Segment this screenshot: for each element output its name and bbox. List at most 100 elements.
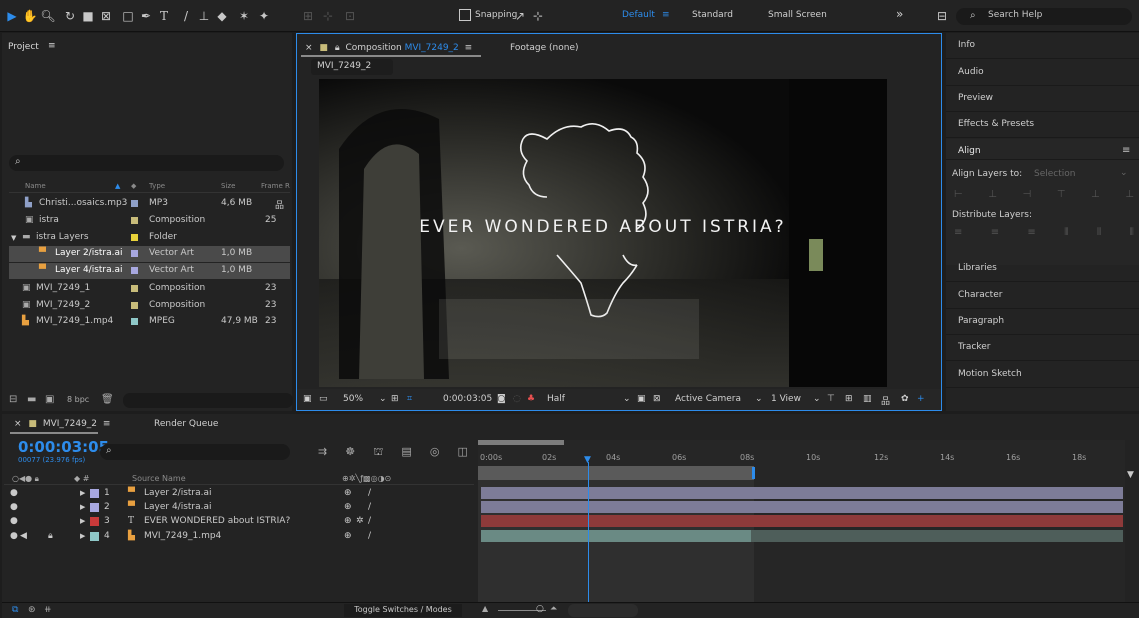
clone-stamp-tool-icon[interactable]: ⊥ [196,8,212,24]
fit-icon[interactable]: ⊞ [391,394,399,404]
label-color[interactable] [90,517,99,526]
label-color[interactable] [131,267,138,274]
info-panel[interactable]: Info [946,33,1139,59]
monitor-icon[interactable]: ▭ [319,394,328,404]
more-workspaces-button[interactable]: » [896,7,903,21]
timeline-scrollbar[interactable] [568,604,638,617]
zoom-dropdown[interactable]: 50% [343,394,363,404]
project-item[interactable]: ▀ Layer 4/istra.ai Vector Art 1,0 MB [9,263,290,279]
footage-tab[interactable]: Footage (none) [510,43,579,53]
snap-feature-icon[interactable]: ⊹ [530,8,546,24]
libraries-panel[interactable]: Libraries [946,256,1139,282]
composition-mini-flowchart-icon[interactable]: ⇉ [318,445,327,459]
tracker-panel[interactable]: Tracker [946,335,1139,361]
layer-row[interactable]: ● ▶ 3 T EVER WONDERED about ISTRIA? ⊕ ✲ … [4,515,468,528]
align-left-icon[interactable]: ⊢ [954,189,963,201]
motion-sketch-panel[interactable]: Motion Sketch [946,362,1139,388]
transfer-controls-icon[interactable]: ⊛ [28,605,36,615]
composition-viewer[interactable]: EVER WONDERED ABOUT ISTRIA? [319,79,887,387]
video-visibility-icon[interactable]: ● [10,516,18,526]
workspace-default[interactable]: Default [622,10,655,20]
project-scrollbar[interactable] [123,393,293,408]
in-out-icon[interactable]: ⧺ [44,605,52,615]
layer-duration-bar[interactable] [481,487,1123,499]
layer-duration-bar-extended[interactable] [751,530,1123,542]
label-color[interactable] [131,217,138,224]
project-item[interactable]: ▣ MVI_7249_1 Composition 23 [9,281,290,297]
zoom-slider-thumb[interactable]: ○ [536,604,544,614]
align-top-icon[interactable]: ⊤ [1057,189,1066,201]
color-channel-icon[interactable]: ♣ [527,394,535,404]
current-time-display[interactable]: 0:00:03:05 [443,394,492,404]
toggle-switches-modes-button[interactable]: Toggle Switches / Modes [344,604,462,617]
composition-name-link[interactable]: MVI_7249_2 [405,43,459,53]
hand-tool-icon[interactable]: ✋ [22,8,38,24]
pan-behind-tool-icon[interactable]: ⊠ [98,8,114,24]
eraser-tool-icon[interactable]: ◆ [214,8,230,24]
view-layout-dropdown[interactable]: 1 View [771,394,801,404]
add-icon[interactable]: + [917,394,925,404]
project-panel-title[interactable]: Project [8,42,39,52]
video-visibility-icon[interactable]: ● [10,502,18,512]
rotate-tool-icon[interactable]: ↻ [62,8,78,24]
project-item[interactable]: ▼ ▬ istra Layers Folder [9,230,290,246]
close-icon[interactable]: × [305,43,313,53]
collapse-switch-icon[interactable]: ⊕ [344,502,352,512]
align-hcenter-icon[interactable]: ⊥ [988,189,997,201]
timeline-icon[interactable]: ▥ [863,394,872,404]
search-help-input[interactable]: ⌕ Search Help [956,8,1132,25]
frame-blending-icon[interactable]: ▤ [401,445,411,459]
workspace-menu-icon[interactable]: ≡ [662,10,670,20]
col-frame-rate[interactable]: Frame R [261,182,290,190]
workspace-small-screen[interactable]: Small Screen [768,10,827,20]
composition-tab[interactable]: × ■ 🔒︎ Composition MVI_7249_2 ≡ [305,43,472,53]
type-tool-icon[interactable]: T [156,8,172,24]
draft-3d-icon[interactable]: ☸ [345,445,355,459]
zoom-end-icon[interactable]: ▼ [1127,470,1137,480]
toggle-pixel-aspect-icon[interactable]: ⊤ [827,394,835,404]
layer-row[interactable]: ● ▶ 2 ▀ Layer 4/istra.ai ⊕ / [4,501,468,514]
col-size[interactable]: Size [221,182,235,190]
work-area-bar[interactable] [478,466,754,480]
shy-layers-icon[interactable]: ⛫ [373,445,383,459]
project-search-input[interactable]: ⌕ [9,155,284,171]
project-item[interactable]: ▙ MVI_7249_1.mp4 MPEG 47,9 MB 23 [9,314,290,330]
chevron-down-icon[interactable]: ⌄ [379,394,387,404]
expand-triangle-icon[interactable]: ▼ [11,234,16,242]
interpret-footage-icon[interactable]: ⊟ [9,394,17,405]
expand-triangle-icon[interactable]: ▶ [80,517,85,525]
timeline-search-input[interactable]: ⌕ [100,444,290,460]
quality-switch-icon[interactable]: / [368,488,371,498]
transparency-grid-icon[interactable]: ⊠ [653,394,661,404]
new-composition-icon[interactable]: ▣ [45,394,54,405]
preview-panel[interactable]: Preview [946,86,1139,112]
work-area-navigator[interactable] [478,440,564,445]
motion-blur-icon[interactable]: ◎ [430,445,440,459]
collapse-switch-icon[interactable]: ⊕ [344,488,352,498]
continuous-rasterize-icon[interactable]: ✲ [356,516,364,526]
audio-panel[interactable]: Audio [946,60,1139,86]
distribute-right-icon[interactable]: ⦀ [1130,227,1134,239]
label-color[interactable] [90,489,99,498]
playhead-line[interactable] [588,462,589,602]
quality-switch-icon[interactable]: / [368,531,371,541]
label-color[interactable] [90,503,99,512]
project-item[interactable]: ▣ MVI_7249_2 Composition 23 [9,298,290,314]
workspace-standard[interactable]: Standard [692,10,733,20]
project-item[interactable]: ▀ Layer 2/istra.ai Vector Art 1,0 MB [9,246,290,262]
render-queue-tab[interactable]: Render Queue [154,419,218,429]
camera-tool-icon[interactable]: ■ [80,8,96,24]
project-item[interactable]: ▣ istra Composition 25 [9,213,290,229]
fast-previews-icon[interactable]: ⊞ [845,394,853,404]
sync-settings-icon[interactable]: ⊟ [934,8,950,24]
lock-icon[interactable]: 🔒︎ [48,531,53,541]
new-folder-icon[interactable]: ▬ [27,394,36,405]
align-title[interactable]: Align [958,146,981,156]
region-of-interest-icon[interactable]: ▣ [637,394,646,404]
show-snapshot-icon[interactable]: ◌ [513,394,521,404]
video-visibility-icon[interactable]: ● [10,531,18,541]
label-color[interactable] [131,285,138,292]
label-color[interactable] [131,200,138,207]
always-preview-icon[interactable]: ▣ [303,394,312,404]
layer-row[interactable]: ● ◀ 🔒︎ ▶ 4 ▙ MVI_7249_1.mp4 ⊕ / [4,530,468,543]
